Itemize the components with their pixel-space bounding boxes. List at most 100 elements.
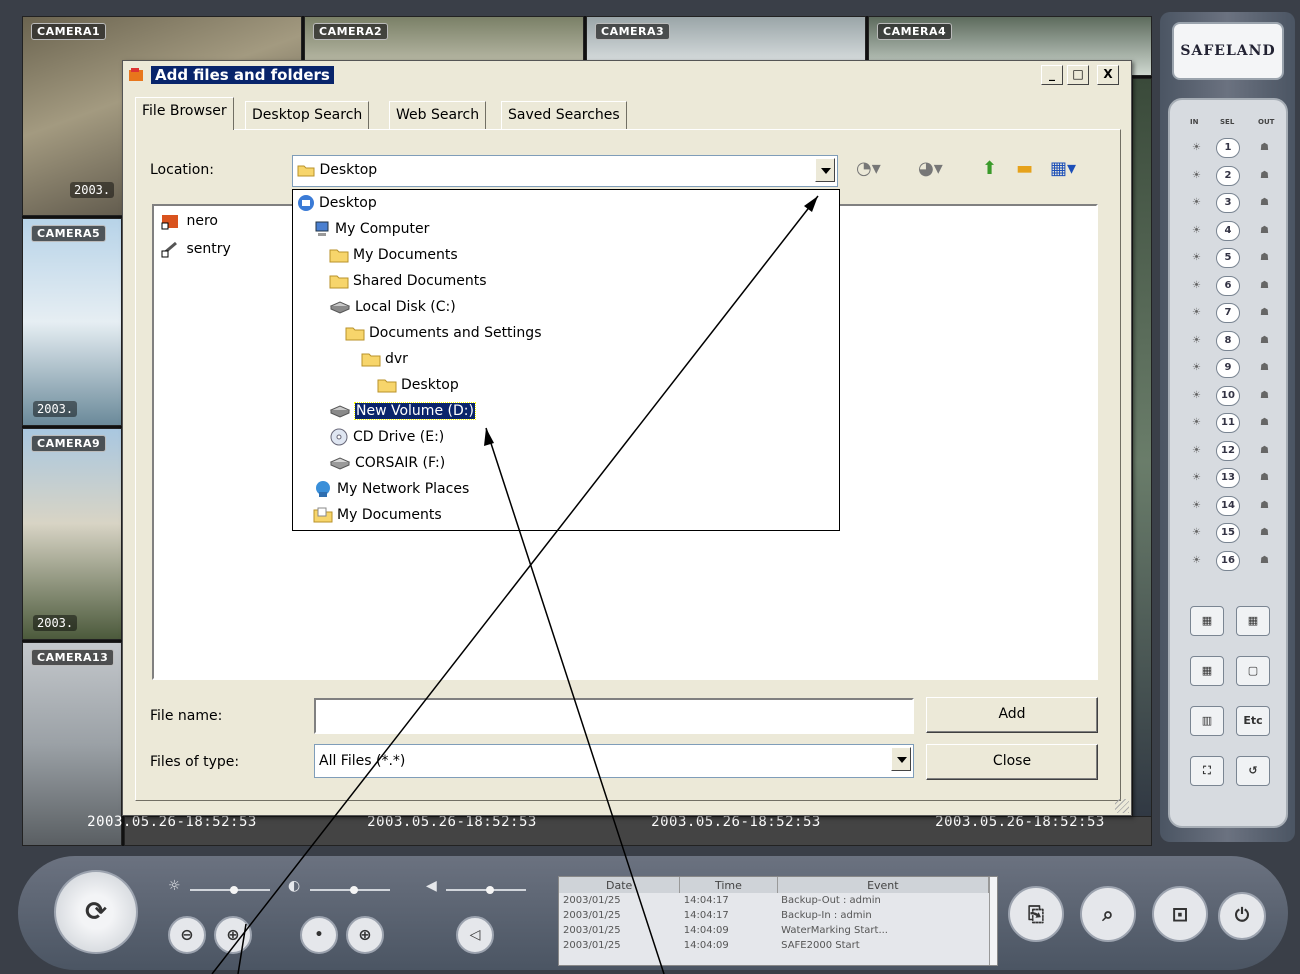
sensor-in-icon[interactable]: ☀ [1192, 445, 1201, 456]
brightness-slider[interactable] [190, 886, 270, 894]
alarm-out-icon[interactable]: ☗ [1260, 142, 1269, 153]
event-log-scrollbar[interactable] [989, 877, 997, 965]
event-log-row[interactable]: 2003/01/25 14:04:17 Backup-Out : admin [559, 893, 989, 908]
backup-button[interactable]: ⎘ [1008, 886, 1064, 942]
file-item-sentry[interactable]: sentry [160, 240, 231, 262]
file-name-input[interactable] [314, 698, 914, 734]
channel-number-button[interactable]: 11 [1216, 413, 1240, 433]
alarm-out-icon[interactable]: ☗ [1260, 445, 1269, 456]
alarm-out-icon[interactable]: ☗ [1260, 335, 1269, 346]
close-icon[interactable]: X [1097, 65, 1119, 85]
sensor-in-icon[interactable]: ☀ [1192, 142, 1201, 153]
new-folder-icon[interactable]: ▬ [1016, 158, 1033, 180]
channel-number-button[interactable]: 3 [1216, 193, 1240, 213]
channel-number-button[interactable]: 2 [1216, 165, 1240, 186]
layout-nine-button[interactable]: ▦ [1190, 656, 1224, 686]
alarm-out-icon[interactable]: ☗ [1260, 527, 1269, 538]
sensor-in-icon[interactable]: ☀ [1192, 197, 1201, 208]
location-option[interactable]: New Volume (D:) [329, 400, 476, 424]
layout-fullscreen-button[interactable]: ⛶ [1190, 756, 1224, 786]
location-option[interactable]: Documents and Settings [345, 322, 541, 346]
layout-etc-button[interactable]: Etc [1236, 706, 1270, 736]
camera-tile-5[interactable]: CAMERA5 2003. [22, 218, 122, 426]
tab-saved-searches[interactable]: Saved Searches [501, 101, 627, 129]
layout-sixteen-button[interactable]: ▥ [1190, 706, 1224, 736]
channel-number-button[interactable]: 14 [1216, 495, 1240, 516]
location-option[interactable]: Shared Documents [329, 270, 487, 294]
channel-number-button[interactable]: 16 [1216, 550, 1240, 571]
volume-slider[interactable] [446, 886, 526, 894]
channel-number-button[interactable]: 13 [1216, 468, 1240, 488]
location-option[interactable]: My Documents [313, 504, 442, 528]
alarm-out-icon[interactable]: ☗ [1260, 500, 1269, 511]
layout-quad-alt-button[interactable]: ▦ [1236, 606, 1270, 636]
sensor-in-icon[interactable]: ☀ [1192, 225, 1201, 236]
sensor-in-icon[interactable]: ☀ [1192, 335, 1201, 346]
lock-button[interactable]: ⊡ [1152, 886, 1208, 942]
files-of-type-dropdown-arrow[interactable] [891, 747, 911, 771]
alarm-out-icon[interactable]: ☗ [1260, 197, 1269, 208]
back-icon[interactable]: ◔▾ [856, 158, 881, 180]
forward-icon[interactable]: ◕▾ [918, 158, 943, 180]
sensor-in-icon[interactable]: ☀ [1192, 527, 1201, 538]
alarm-out-icon[interactable]: ☗ [1260, 472, 1269, 483]
add-button[interactable]: Add [926, 697, 1098, 733]
alarm-out-icon[interactable]: ☗ [1260, 307, 1269, 318]
channel-number-button[interactable]: 12 [1216, 440, 1240, 461]
sensor-in-icon[interactable]: ☀ [1192, 555, 1201, 566]
tab-file-browser[interactable]: File Browser [135, 97, 234, 130]
location-option[interactable]: Desktop [297, 192, 377, 216]
location-option[interactable]: dvr [361, 348, 408, 372]
contrast-slider[interactable] [310, 886, 390, 894]
channel-number-button[interactable]: 5 [1216, 248, 1240, 268]
search-playback-button[interactable]: ⌕ [1080, 886, 1136, 942]
layout-return-button[interactable]: ↺ [1236, 756, 1270, 786]
channel-number-button[interactable]: 10 [1216, 385, 1240, 406]
alarm-out-icon[interactable]: ☗ [1260, 225, 1269, 236]
channel-number-button[interactable]: 7 [1216, 303, 1240, 323]
zoom-in-button[interactable]: ⊕ [214, 916, 252, 954]
location-dropdown-list[interactable]: Desktop My Computer My Documents Shared Doc… [292, 189, 840, 531]
focus-near-button[interactable]: • [300, 916, 338, 954]
sensor-in-icon[interactable]: ☀ [1192, 500, 1201, 511]
channel-number-button[interactable]: 4 [1216, 220, 1240, 241]
event-log-row[interactable]: 2003/01/25 14:04:09 SAFE2000 Start [559, 938, 989, 953]
tab-desktop-search[interactable]: Desktop Search [245, 101, 370, 129]
power-button[interactable]: ⏻ [1218, 892, 1266, 940]
location-option[interactable]: Desktop [377, 374, 459, 398]
sensor-in-icon[interactable]: ☀ [1192, 307, 1201, 318]
location-option[interactable]: My Computer [313, 218, 429, 242]
file-item-nero[interactable]: nero [160, 212, 218, 234]
location-option[interactable]: CORSAIR (F:) [329, 452, 445, 476]
alarm-out-icon[interactable]: ☗ [1260, 417, 1269, 428]
view-menu-icon[interactable]: ▦▾ [1050, 158, 1076, 180]
sensor-in-icon[interactable]: ☀ [1192, 472, 1201, 483]
files-of-type-combo[interactable]: All Files (*.*) [314, 744, 914, 778]
dialog-titlebar[interactable]: Add files and folders _ □ X [123, 61, 1131, 89]
sensor-in-icon[interactable]: ☀ [1192, 252, 1201, 263]
sensor-in-icon[interactable]: ☀ [1192, 170, 1201, 181]
alarm-out-icon[interactable]: ☗ [1260, 252, 1269, 263]
sensor-in-icon[interactable]: ☀ [1192, 362, 1201, 373]
maximize-button[interactable]: □ [1067, 65, 1089, 85]
sensor-in-icon[interactable]: ☀ [1192, 390, 1201, 401]
alarm-out-icon[interactable]: ☗ [1260, 390, 1269, 401]
location-combo[interactable]: Desktop [292, 155, 838, 187]
ptz-joystick-button[interactable]: ⟳ [54, 870, 138, 954]
location-dropdown-arrow[interactable] [815, 158, 835, 182]
layout-quad-button[interactable]: ▦ [1190, 606, 1224, 636]
audio-button[interactable]: ◁ [456, 916, 494, 954]
alarm-out-icon[interactable]: ☗ [1260, 170, 1269, 181]
location-option[interactable]: My Documents [329, 244, 458, 268]
event-log-row[interactable]: 2003/01/25 14:04:17 Backup-In : admin [559, 908, 989, 923]
channel-number-button[interactable]: 1 [1216, 138, 1240, 158]
resize-grip[interactable] [1115, 799, 1129, 813]
up-folder-icon[interactable]: ⬆ [982, 158, 997, 180]
alarm-out-icon[interactable]: ☗ [1260, 280, 1269, 291]
minimize-button[interactable]: _ [1041, 65, 1063, 85]
camera-tile-9[interactable]: CAMERA9 2003. [22, 428, 122, 640]
event-log-row[interactable]: 2003/01/25 14:04:09 WaterMarking Start... [559, 923, 989, 938]
alarm-out-icon[interactable]: ☗ [1260, 555, 1269, 566]
location-option[interactable]: Local Disk (C:) [329, 296, 456, 320]
focus-far-button[interactable]: ⊕ [346, 916, 384, 954]
